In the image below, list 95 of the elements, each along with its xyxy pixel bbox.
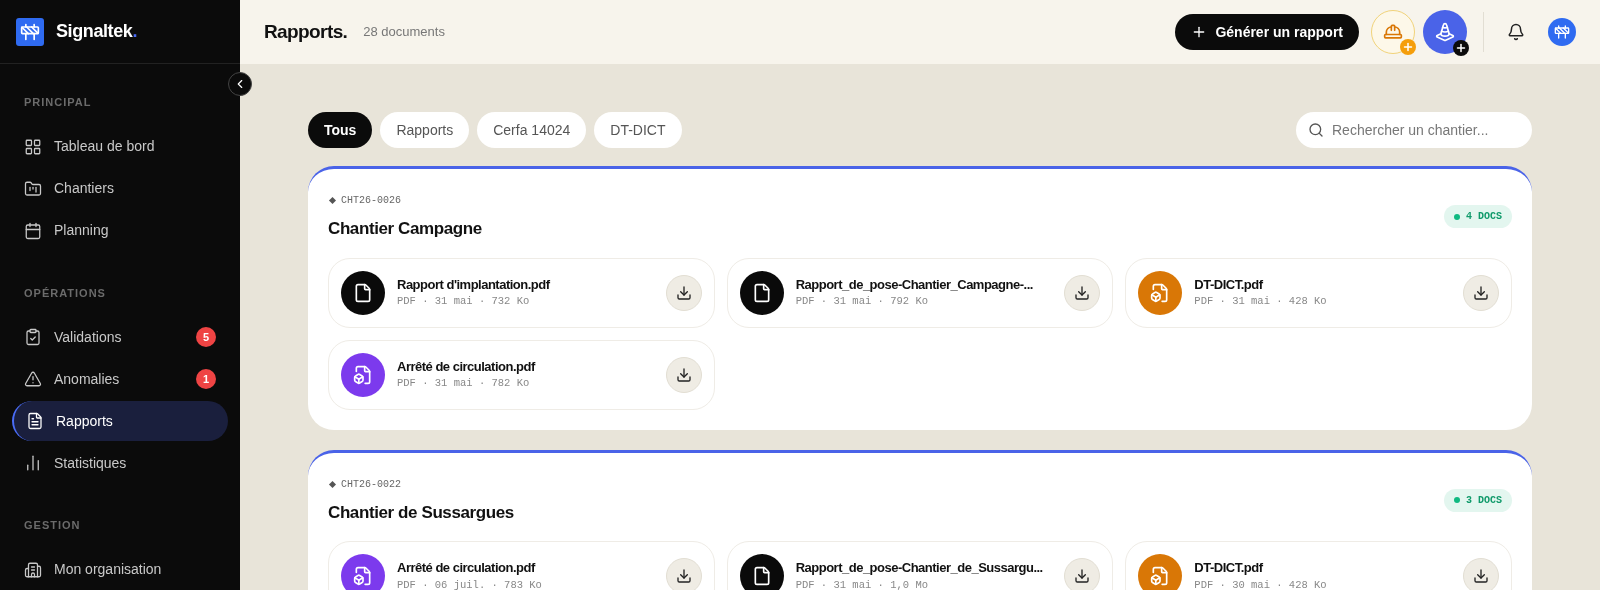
document-icon (26, 412, 44, 430)
file-meta: PDF · 31 mai · 732 Ko (397, 294, 531, 310)
file-card[interactable]: Rapport_de_pose-Chantier_de_Sussargu... PDF · 31 mai · 1,0 Mo (726, 541, 1114, 590)
download-icon (1074, 284, 1091, 301)
traffic-cone-button[interactable] (1423, 10, 1467, 54)
document-count: 28 documents (363, 23, 445, 42)
site-name: Chantier Campagne (328, 218, 482, 240)
file-card[interactable]: DT-DICT.pdf PDF · 31 mai · 428 Ko (1125, 257, 1512, 328)
file-cube-icon (1150, 566, 1171, 586)
nav-item[interactable]: Chantiers (12, 168, 228, 209)
download-button[interactable] (1064, 558, 1101, 590)
nav-item[interactable]: Validations 5 (12, 317, 228, 357)
file-meta: PDF · 31 mai · 792 Ko (795, 294, 929, 310)
nav-label: Anomalies (54, 369, 121, 389)
nav-label: Planning (54, 221, 110, 240)
nav-label: Rapports (56, 411, 114, 431)
grid-icon (24, 137, 42, 156)
download-button[interactable] (665, 558, 702, 590)
building-icon (24, 560, 42, 579)
nav-label: Tableau de bord (54, 137, 156, 156)
hard-hat-button[interactable] (1371, 10, 1415, 54)
file-name: Arrêté de circulation.pdf (397, 357, 537, 376)
file-card[interactable]: Arrêté de circulation.pdf PDF · 31 mai · 782 Ko (328, 339, 715, 410)
warning-icon (24, 370, 42, 388)
section-title: OPÉRATIONS (23, 285, 107, 301)
file-name: DT-DICT.pdf (1194, 275, 1264, 294)
search-icon (1308, 122, 1324, 138)
file-meta: PDF · 31 mai · 782 Ko (397, 376, 531, 392)
file-cube-icon (353, 364, 373, 385)
file-name: Rapport_de_pose-Chantier_de_Sussargu... (795, 559, 1044, 578)
file-name: Rapport d'implantation.pdf (397, 275, 551, 294)
file-card[interactable]: Arrêté de circulation.pdf PDF · 06 juil. · 783 Ko (328, 541, 715, 590)
bar-chart-icon (24, 454, 42, 472)
nav-item[interactable]: Planning (12, 210, 228, 251)
docs-count-badge: 4 DOCS (1444, 205, 1512, 228)
file-meta: PDF · 06 juil. · 783 Ko (397, 577, 543, 590)
file-card[interactable]: DT-DICT.pdf PDF · 30 mai · 428 Ko (1125, 541, 1512, 590)
nav-item[interactable]: Anomalies 1 (12, 359, 228, 399)
folder-icon (24, 179, 42, 198)
site-code: CHT26-0026 (341, 194, 401, 208)
count-badge: 5 (196, 327, 216, 347)
download-icon (675, 284, 692, 301)
file-name: Rapport_de_pose-Chantier_Campagne-... (795, 275, 1034, 294)
file-card[interactable]: Rapport d'implantation.pdf PDF · 31 mai · 732 Ko (328, 257, 715, 328)
site-name: Chantier de Sussargues (328, 501, 514, 524)
calendar-icon (24, 221, 42, 240)
logo-icon (16, 17, 44, 46)
nav-label: Validations (54, 327, 123, 347)
docs-count-badge: 3 DOCS (1444, 488, 1512, 512)
filter-tab[interactable]: Rapports (380, 112, 470, 148)
file-name: DT-DICT.pdf (1194, 559, 1264, 578)
traffic-cone-icon (1435, 22, 1455, 42)
search-field[interactable]: Rechercher un chantier... (1296, 112, 1532, 148)
nav-label: Mon organisation (54, 560, 163, 579)
filter-tab[interactable]: Tous (308, 112, 373, 148)
file-meta: PDF · 31 mai · 1,0 Mo (795, 577, 929, 590)
section-title: PRINCIPAL (23, 95, 93, 110)
section-title: GESTION (23, 518, 82, 533)
download-icon (1473, 284, 1489, 301)
file-card[interactable]: Rapport_de_pose-Chantier_Campagne-... PDF · 31 mai · 792 Ko (726, 257, 1114, 328)
count-badge: 1 (196, 369, 216, 389)
download-button[interactable] (1064, 274, 1101, 311)
download-button[interactable] (665, 356, 702, 393)
nav-item[interactable]: Rapports (12, 401, 228, 441)
download-icon (675, 568, 692, 584)
clipboard-check-icon (24, 328, 42, 346)
nav-label: Chantiers (54, 179, 115, 198)
filter-tab[interactable]: DT-DICT (594, 112, 682, 148)
nav-item[interactable]: Mon organisation (12, 549, 228, 590)
file-meta: PDF · 31 mai · 428 Ko (1194, 294, 1328, 310)
collapse-button[interactable] (228, 72, 252, 96)
download-button[interactable] (1463, 558, 1499, 590)
file-cube-icon (353, 566, 373, 586)
plus-icon (1453, 40, 1469, 56)
site-code: CHT26-0022 (341, 477, 401, 492)
nav-label: Statistiques (54, 453, 128, 473)
file-name: Arrêté de circulation.pdf (397, 559, 537, 578)
file-icon (353, 282, 373, 303)
nav-item[interactable]: Tableau de bord (12, 126, 228, 167)
account-avatar[interactable] (1548, 18, 1576, 46)
plus-icon (1400, 39, 1416, 55)
download-icon (1473, 568, 1489, 584)
nav-item[interactable]: Statistiques (12, 443, 228, 483)
bell-icon (1507, 23, 1525, 41)
generate-report-button[interactable]: Générer un rapport (1175, 14, 1359, 50)
page-title: Rapports. (264, 19, 348, 44)
hard-hat-icon (1383, 22, 1403, 42)
download-icon (675, 366, 692, 383)
filter-tab[interactable]: Cerfa 14024 (477, 112, 587, 148)
download-button[interactable] (1463, 274, 1499, 311)
brand-name: Signaltek. (56, 20, 138, 43)
download-icon (1074, 568, 1091, 584)
download-button[interactable] (665, 274, 702, 311)
file-cube-icon (1150, 282, 1171, 303)
file-meta: PDF · 30 mai · 428 Ko (1194, 577, 1328, 590)
